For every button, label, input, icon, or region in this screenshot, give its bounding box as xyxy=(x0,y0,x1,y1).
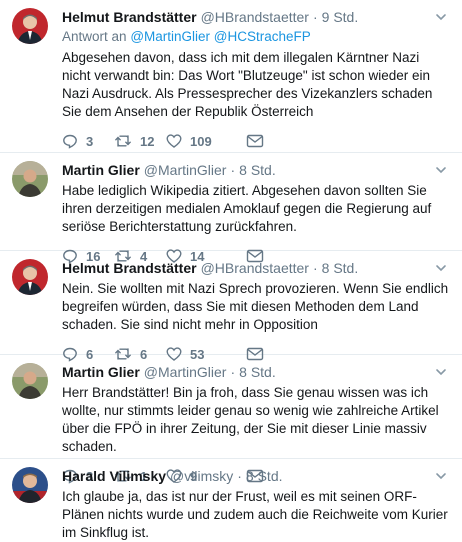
separator-dot: · xyxy=(230,364,236,380)
timestamp[interactable]: 8 Std. xyxy=(239,363,276,381)
timestamp[interactable]: 8 Std. xyxy=(239,161,276,179)
tweet[interactable]: Helmut Brandstätter @HBrandstaetter · 9 … xyxy=(0,0,462,153)
avatar[interactable] xyxy=(12,467,48,503)
author-handle[interactable]: @HBrandstaetter xyxy=(201,8,309,26)
author-name[interactable]: Helmut Brandstätter xyxy=(62,8,197,26)
reply-count: 3 xyxy=(86,133,94,149)
timestamp[interactable]: 8 Std. xyxy=(322,259,359,277)
reply-context: Antwort an @MartinGlier @HCStracheFP xyxy=(62,28,450,46)
author-handle[interactable]: @HBrandstaetter xyxy=(201,259,309,277)
chevron-down-icon[interactable] xyxy=(434,10,448,24)
envelope-icon xyxy=(246,134,264,148)
heart-icon xyxy=(166,134,182,148)
retweet-icon xyxy=(115,135,131,147)
retweet-button[interactable]: 12 xyxy=(114,133,166,149)
author-handle[interactable]: @vilimsky xyxy=(170,467,233,485)
author-name[interactable]: Helmut Brandstätter xyxy=(62,259,197,277)
separator-dot: · xyxy=(230,162,236,178)
like-button[interactable]: 109 xyxy=(166,133,246,149)
tweet[interactable]: Martin Glier @MartinGlier · 8 Std. Herr … xyxy=(0,355,462,484)
avatar[interactable] xyxy=(12,363,48,399)
tweet[interactable]: Martin Glier @MartinGlier · 8 Std. Habe … xyxy=(0,153,462,264)
author-name[interactable]: Harald Vilimsky xyxy=(62,467,166,485)
author-name[interactable]: Martin Glier xyxy=(62,161,140,179)
author-handle[interactable]: @MartinGlier xyxy=(144,161,227,179)
reply-mentions[interactable]: @MartinGlier @HCStracheFP xyxy=(130,29,310,44)
direct-message-button[interactable] xyxy=(246,134,298,148)
tweet-text: Herr Brandstätter! Bin ja froh, dass Sie… xyxy=(62,385,439,454)
retweet-count: 12 xyxy=(140,133,155,149)
chevron-down-icon[interactable] xyxy=(434,163,448,177)
author-handle[interactable]: @MartinGlier xyxy=(144,363,227,381)
separator-dot: · xyxy=(237,468,242,484)
tweet-actions: 3 12 109 xyxy=(62,131,450,151)
avatar[interactable] xyxy=(12,8,48,44)
reply-prefix: Antwort an xyxy=(62,29,127,44)
like-count: 109 xyxy=(190,133,212,149)
chevron-down-icon[interactable] xyxy=(434,469,448,483)
timestamp[interactable]: 9 Std. xyxy=(322,8,359,26)
tweet[interactable]: Helmut Brandstätter @HBrandstaetter · 8 … xyxy=(0,251,462,362)
tweet-text: Abgesehen davon, dass ich mit dem illega… xyxy=(62,50,433,119)
chevron-down-icon[interactable] xyxy=(434,365,448,379)
tweet-text: Ich glaube ja, das ist nur der Frust, we… xyxy=(62,489,448,540)
reply-button[interactable]: 3 xyxy=(62,133,114,149)
timestamp[interactable]: 8 Std. xyxy=(246,467,283,485)
tweet[interactable]: Harald Vilimsky @vilimsky · 8 Std. Ich g… xyxy=(0,459,462,540)
separator-dot: · xyxy=(312,260,318,276)
tweet-text: Habe lediglich Wikipedia zitiert. Abgese… xyxy=(62,183,432,234)
avatar[interactable] xyxy=(12,259,48,295)
chevron-down-icon[interactable] xyxy=(434,261,448,275)
tweet-text: Nein. Sie wollten mit Nazi Sprech provoz… xyxy=(62,281,449,332)
reply-icon xyxy=(63,134,77,149)
separator-dot: · xyxy=(312,9,318,25)
author-name[interactable]: Martin Glier xyxy=(62,363,140,381)
avatar[interactable] xyxy=(12,161,48,197)
